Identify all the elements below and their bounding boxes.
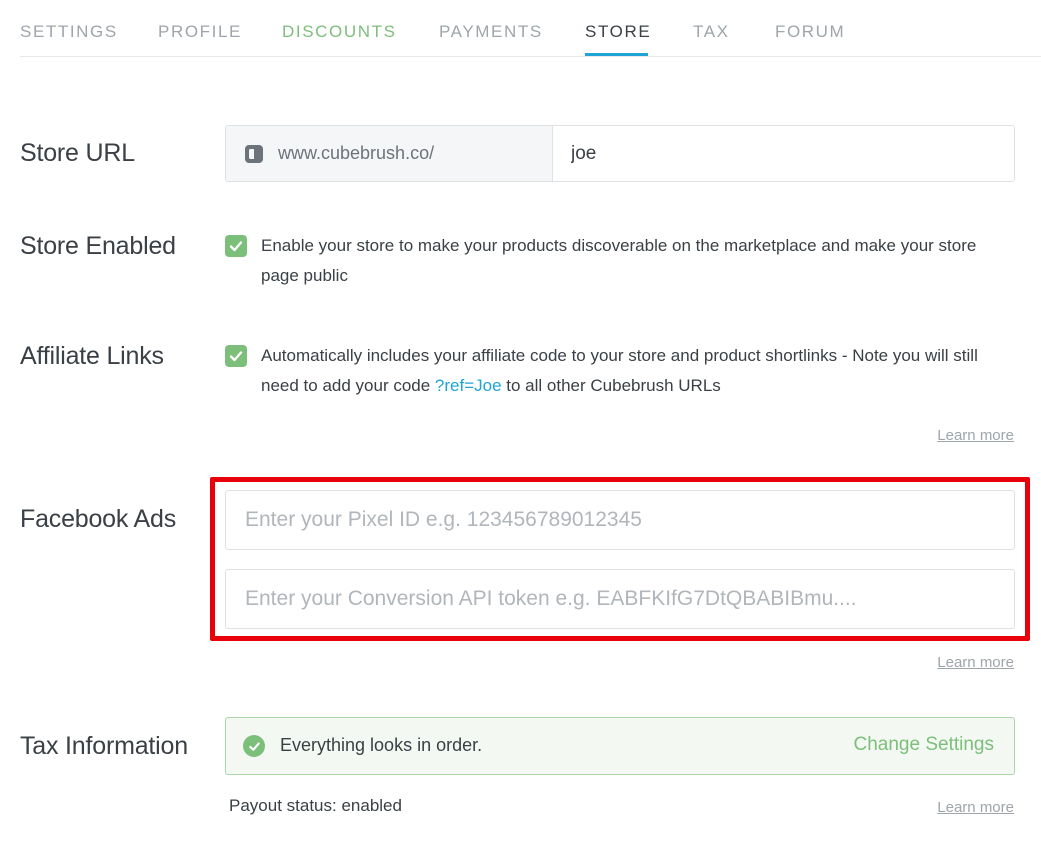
tab-forum[interactable]: FORUM [775,22,845,42]
store-url-field: www.cubebrush.co/ [225,125,1015,182]
facebook-ads-label: Facebook Ads [20,505,177,533]
affiliate-description-after: to all other Cubebrush URLs [501,376,721,395]
tax-information-label: Tax Information [20,732,188,760]
affiliate-code-link[interactable]: ?ref=Joe [435,376,502,395]
store-url-input[interactable] [553,126,1014,181]
tab-tax[interactable]: TAX [693,22,730,42]
settings-tabs: SETTINGS PROFILE DISCOUNTS PAYMENTS STOR… [20,0,1041,57]
tab-payments[interactable]: PAYMENTS [439,22,543,42]
payout-status: Payout status: enabled [229,796,402,815]
affiliate-links-label: Affiliate Links [20,342,164,370]
store-url-label: Store URL [20,139,135,167]
affiliate-links-checkbox[interactable] [225,345,247,367]
store-settings-page: SETTINGS PROFILE DISCOUNTS PAYMENTS STOR… [0,0,1041,855]
tab-store[interactable]: STORE [585,22,651,42]
tax-learn-more-link[interactable]: Learn more [937,799,1014,816]
store-url-prefix-text: www.cubebrush.co/ [278,143,435,163]
affiliate-links-description: Automatically includes your affiliate co… [261,341,1019,401]
store-enabled-checkbox[interactable] [225,235,247,257]
checkmark-icon [229,241,243,252]
tab-discounts[interactable]: DISCOUNTS [282,22,397,42]
tax-status-text: Everything looks in order. [280,735,483,755]
conversion-api-token-input[interactable] [225,569,1015,629]
store-enabled-description: Enable your store to make your products … [261,236,977,285]
tax-status-box: Everything looks in order. Change Settin… [225,717,1015,775]
check-circle-icon [243,735,265,757]
tab-profile[interactable]: PROFILE [158,22,242,42]
checkmark-icon [229,351,243,362]
store-enabled-label: Store Enabled [20,232,176,260]
pixel-id-input[interactable] [225,490,1015,550]
store-url-prefix: www.cubebrush.co/ [226,126,553,181]
affiliate-learn-more-link[interactable]: Learn more [937,427,1014,444]
facebook-ads-learn-more-link[interactable]: Learn more [937,654,1014,671]
tab-settings[interactable]: SETTINGS [20,22,118,42]
cubebrush-logo-icon [244,144,264,164]
change-settings-link[interactable]: Change Settings [854,734,995,756]
active-tab-indicator [585,53,648,56]
